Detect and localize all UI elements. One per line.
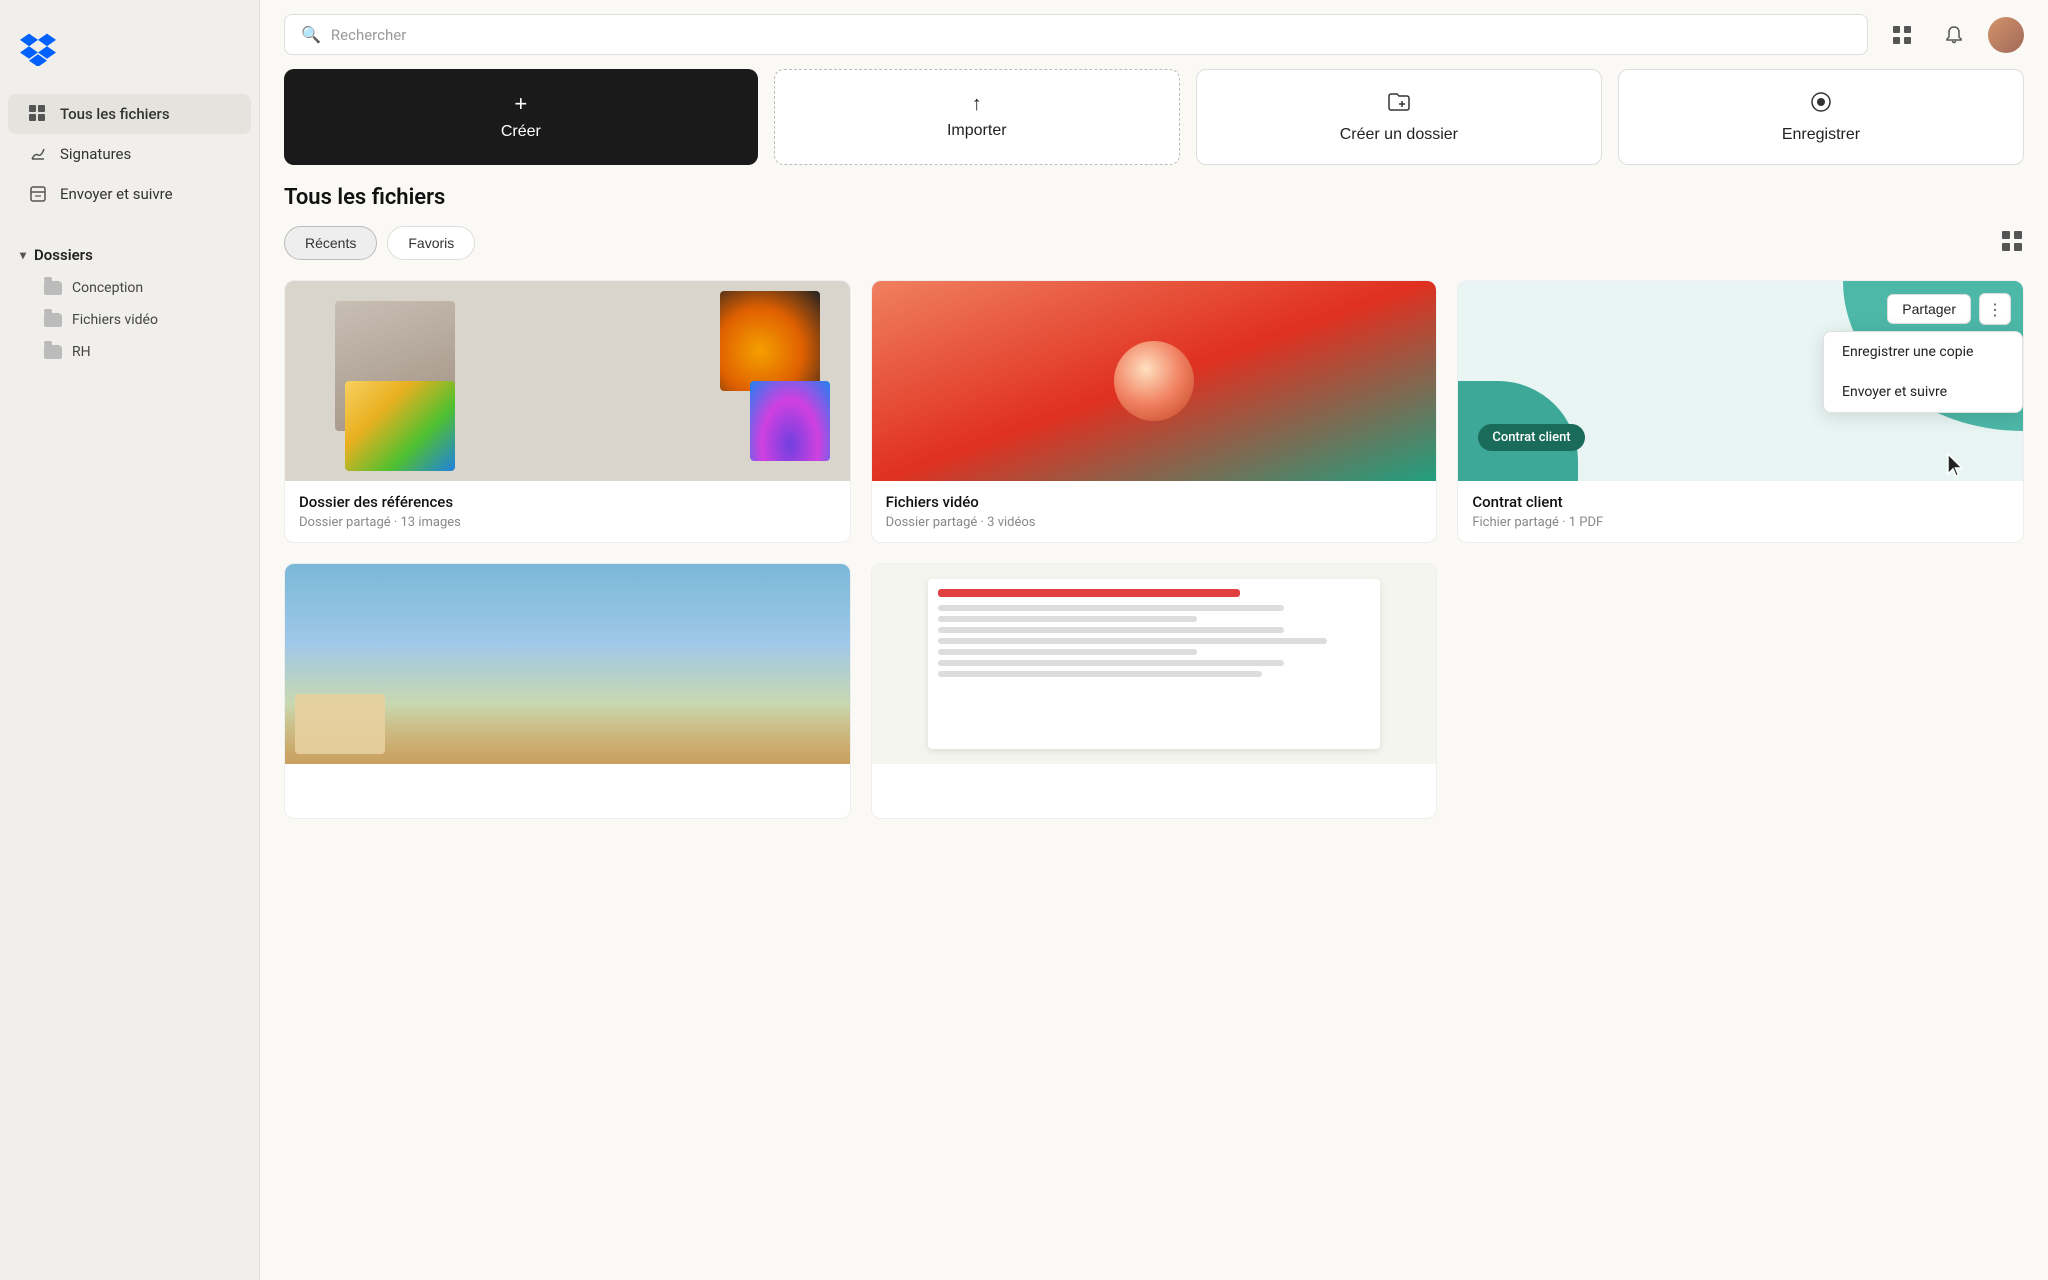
dropdown-item-save-copy[interactable]: Enregistrer une copie xyxy=(1824,332,2022,372)
card-thumbnail xyxy=(872,281,1437,481)
file-card-doc[interactable] xyxy=(871,563,1438,819)
card-name: Fichiers vidéo xyxy=(886,493,1423,511)
file-card-references[interactable]: Dossier des références Dossier partagé ·… xyxy=(284,280,851,543)
mouse-cursor xyxy=(1944,452,1968,482)
sidebar-item-all-files[interactable]: Tous les fichiers xyxy=(8,94,251,134)
folder-icon xyxy=(44,281,62,295)
share-button[interactable]: Partager xyxy=(1887,294,1971,324)
dropdown-item-send-track[interactable]: Envoyer et suivre xyxy=(1824,372,2022,412)
new-folder-label: Créer un dossier xyxy=(1340,126,1458,144)
card-meta: Dossier partagé · 3 vidéos xyxy=(886,515,1423,530)
doc-line xyxy=(938,616,1197,622)
action-buttons-row: + Créer ↑ Importer Créer un dossier xyxy=(260,69,2048,185)
notification-button[interactable] xyxy=(1936,17,1972,53)
avatar[interactable] xyxy=(1988,17,2024,53)
card-name: Contrat client xyxy=(1472,493,2009,511)
card-name xyxy=(886,776,1423,790)
search-bar[interactable]: 🔍 Rechercher xyxy=(284,14,1868,55)
avatar-image xyxy=(1988,17,2024,53)
sidebar-item-label: Signatures xyxy=(60,145,131,163)
header-actions xyxy=(1884,17,2024,53)
file-card-contrat[interactable]: Contrat client Partager ⋮ Enregistrer un… xyxy=(1457,280,2024,543)
sidebar-item-rh[interactable]: RH xyxy=(8,336,251,368)
header: 🔍 Rechercher xyxy=(260,0,2048,69)
card-info: Fichiers vidéo Dossier partagé · 3 vidéo… xyxy=(872,481,1437,542)
filter-tabs-left: Récents Favoris xyxy=(284,226,475,260)
grid-toggle-button[interactable] xyxy=(2000,229,2024,258)
sidebar-item-label: Tous les fichiers xyxy=(60,105,170,123)
sidebar-item-send-track[interactable]: Envoyer et suivre xyxy=(8,174,251,214)
card-name: Dossier des références xyxy=(299,493,836,511)
import-label: Importer xyxy=(947,122,1007,140)
import-button[interactable]: ↑ Importer xyxy=(774,69,1180,165)
grid-apps-button[interactable] xyxy=(1884,17,1920,53)
doc-line xyxy=(938,660,1283,666)
card-thumbnail xyxy=(285,564,850,764)
card-name xyxy=(299,776,836,790)
doc-line xyxy=(938,627,1283,633)
video-sphere xyxy=(1114,341,1194,421)
card-meta xyxy=(299,794,836,806)
search-icon: 🔍 xyxy=(301,25,321,44)
logo[interactable] xyxy=(0,20,259,94)
folder-label: Fichiers vidéo xyxy=(72,312,158,328)
section-title: Tous les fichiers xyxy=(284,185,2024,210)
folders-section-title: Dossiers xyxy=(34,246,93,264)
search-placeholder: Rechercher xyxy=(331,26,406,44)
create-label: Créer xyxy=(501,123,541,141)
new-folder-button[interactable]: Créer un dossier xyxy=(1196,69,1602,165)
file-card-landscape[interactable] xyxy=(284,563,851,819)
record-label: Enregistrer xyxy=(1782,126,1860,144)
card-meta: Dossier partagé · 13 images xyxy=(299,515,836,530)
folders-section-header[interactable]: ▾ Dossiers xyxy=(0,230,259,272)
filter-tabs: Récents Favoris xyxy=(284,226,2024,260)
card-meta xyxy=(886,794,1423,806)
sidebar-item-signatures[interactable]: Signatures xyxy=(8,134,251,174)
ref-image-2 xyxy=(720,291,820,391)
record-button[interactable]: Enregistrer xyxy=(1618,69,2024,165)
doc-line xyxy=(938,589,1240,597)
file-card-videos[interactable]: Fichiers vidéo Dossier partagé · 3 vidéo… xyxy=(871,280,1438,543)
card-meta: Fichier partagé · 1 PDF xyxy=(1472,515,2009,530)
tab-recent[interactable]: Récents xyxy=(284,226,377,260)
folder-icon xyxy=(44,313,62,327)
files-icon xyxy=(28,104,48,124)
create-button[interactable]: + Créer xyxy=(284,69,758,165)
send-icon xyxy=(28,184,48,204)
doc-preview xyxy=(928,579,1380,749)
contrat-badge: Contrat client xyxy=(1478,424,1584,451)
card-info xyxy=(872,764,1437,818)
upload-icon: ↑ xyxy=(972,94,982,114)
main-content: 🔍 Rechercher xyxy=(260,0,2048,1280)
sidebar-item-label: Envoyer et suivre xyxy=(60,185,173,203)
folder-label: RH xyxy=(72,344,91,360)
record-icon xyxy=(1809,90,1833,118)
card-info: Contrat client Fichier partagé · 1 PDF xyxy=(1458,481,2023,542)
card-info: Dossier des références Dossier partagé ·… xyxy=(285,481,850,542)
sidebar: Tous les fichiers Signatures Envoyer et … xyxy=(0,0,260,1280)
file-grid: Dossier des références Dossier partagé ·… xyxy=(284,280,2024,819)
signatures-icon xyxy=(28,144,48,164)
ref-image-3 xyxy=(345,381,455,471)
folder-plus-icon xyxy=(1387,90,1411,118)
doc-line xyxy=(938,605,1283,611)
ref-image-4 xyxy=(750,381,830,461)
card-thumbnail xyxy=(285,281,850,481)
card-thumbnail xyxy=(872,564,1437,764)
more-options-button[interactable]: ⋮ xyxy=(1979,293,2011,325)
plus-icon: + xyxy=(514,93,527,115)
card-info xyxy=(285,764,850,818)
dropdown-menu: Enregistrer une copie Envoyer et suivre xyxy=(1823,331,2023,413)
tab-favorites[interactable]: Favoris xyxy=(387,226,475,260)
doc-line xyxy=(938,671,1262,677)
sidebar-item-fichiers-video[interactable]: Fichiers vidéo xyxy=(8,304,251,336)
doc-line xyxy=(938,638,1327,644)
sidebar-item-conception[interactable]: Conception xyxy=(8,272,251,304)
card-actions: Partager ⋮ xyxy=(1887,293,2011,325)
chevron-down-icon: ▾ xyxy=(20,248,26,262)
doc-line xyxy=(938,649,1197,655)
folder-label: Conception xyxy=(72,280,143,296)
folder-icon xyxy=(44,345,62,359)
content-area: Tous les fichiers Récents Favoris xyxy=(260,185,2048,1280)
